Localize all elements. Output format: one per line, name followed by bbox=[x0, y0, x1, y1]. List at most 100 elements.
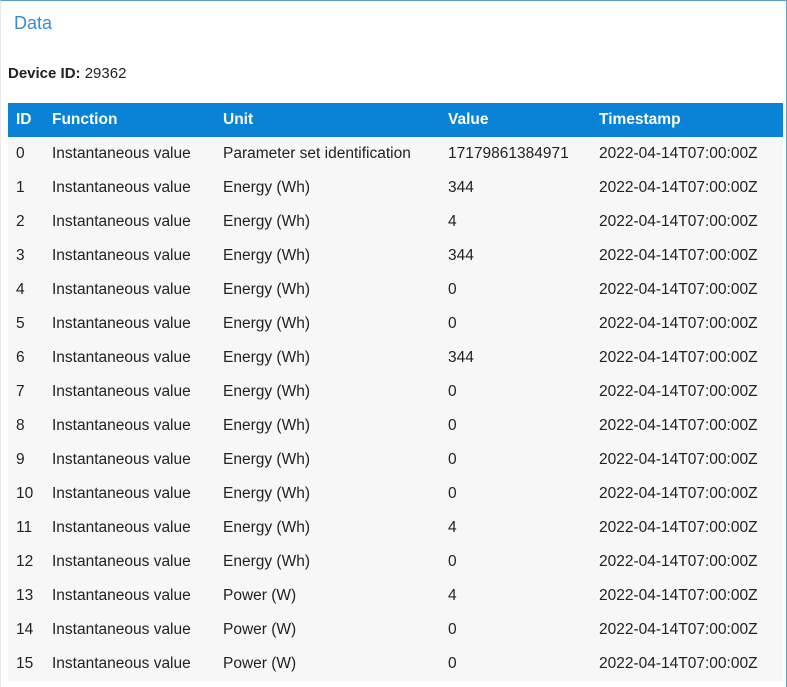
cell-id: 10 bbox=[16, 485, 34, 502]
cell-timestamp: 2022-04-14T07:00:00Z bbox=[599, 417, 758, 434]
cell-value: 0 bbox=[448, 383, 457, 400]
cell-unit: Energy (Wh) bbox=[223, 519, 310, 536]
cell-value: 0 bbox=[448, 655, 457, 672]
cell-id: 1 bbox=[16, 179, 25, 196]
cell-function: Instantaneous value bbox=[52, 247, 191, 264]
cell-id: 14 bbox=[16, 621, 34, 638]
data-panel: Data Device ID: 29362 ID Function Unit V… bbox=[0, 0, 787, 687]
table-row: 11 Instantaneous value Energy (Wh) 4 2022-04… bbox=[8, 511, 783, 545]
table-row: 15 Instantaneous value Power (W) 0 2022-04-1… bbox=[8, 647, 783, 681]
cell-id: 9 bbox=[16, 451, 25, 468]
cell-function: Instantaneous value bbox=[52, 213, 191, 230]
cell-timestamp: 2022-04-14T07:00:00Z bbox=[599, 281, 758, 298]
table-row: 6 Instantaneous value Energy (Wh) 344 2022-0… bbox=[8, 341, 783, 375]
cell-unit: Power (W) bbox=[223, 621, 297, 638]
table-row: 9 Instantaneous value Energy (Wh) 0 2022-04-… bbox=[8, 443, 783, 477]
table-row: 5 Instantaneous value Energy (Wh) 0 2022-04-… bbox=[8, 307, 783, 341]
cell-timestamp: 2022-04-14T07:00:00Z bbox=[599, 553, 758, 570]
cell-function: Instantaneous value bbox=[52, 349, 191, 366]
cell-timestamp: 2022-04-14T07:00:00Z bbox=[599, 349, 758, 366]
cell-unit: Energy (Wh) bbox=[223, 179, 310, 196]
cell-id: 12 bbox=[16, 553, 34, 570]
cell-unit: Energy (Wh) bbox=[223, 315, 310, 332]
cell-function: Instantaneous value bbox=[52, 451, 191, 468]
cell-unit: Energy (Wh) bbox=[223, 417, 310, 434]
header-id: ID bbox=[16, 111, 32, 128]
data-table: ID Function Unit Value Timestamp 0 Instan… bbox=[8, 103, 783, 681]
table-body: 0 Instantaneous value Parameter set identi… bbox=[8, 137, 783, 681]
cell-timestamp: 2022-04-14T07:00:00Z bbox=[599, 587, 758, 604]
table-row: 14 Instantaneous value Power (W) 0 2022-04-1… bbox=[8, 613, 783, 647]
cell-unit: Energy (Wh) bbox=[223, 247, 310, 264]
cell-id: 5 bbox=[16, 315, 25, 332]
cell-timestamp: 2022-04-14T07:00:00Z bbox=[599, 213, 758, 230]
table-row: 3 Instantaneous value Energy (Wh) 344 2022-0… bbox=[8, 239, 783, 273]
cell-value: 4 bbox=[448, 213, 457, 230]
cell-value: 17179861384971 bbox=[448, 145, 569, 162]
cell-function: Instantaneous value bbox=[52, 621, 191, 638]
header-function: Function bbox=[52, 111, 118, 128]
table-row: 12 Instantaneous value Energy (Wh) 0 2022-04… bbox=[8, 545, 783, 579]
cell-value: 0 bbox=[448, 485, 457, 502]
table-row: 1 Instantaneous value Energy (Wh) 344 2022-0… bbox=[8, 171, 783, 205]
cell-unit: Power (W) bbox=[223, 655, 297, 672]
cell-value: 0 bbox=[448, 315, 457, 332]
cell-id: 6 bbox=[16, 349, 25, 366]
cell-timestamp: 2022-04-14T07:00:00Z bbox=[599, 247, 758, 264]
cell-unit: Power (W) bbox=[223, 587, 297, 604]
cell-value: 344 bbox=[448, 349, 474, 366]
table-row: 10 Instantaneous value Energy (Wh) 0 2022-04… bbox=[8, 477, 783, 511]
table-row: 7 Instantaneous value Energy (Wh) 0 2022-04-… bbox=[8, 375, 783, 409]
cell-value: 0 bbox=[448, 553, 457, 570]
device-id-line: Device ID: 29362 bbox=[8, 65, 126, 82]
cell-function: Instantaneous value bbox=[52, 553, 191, 570]
table-row: 13 Instantaneous value Power (W) 4 2022-04-1… bbox=[8, 579, 783, 613]
cell-function: Instantaneous value bbox=[52, 383, 191, 400]
cell-function: Instantaneous value bbox=[52, 655, 191, 672]
cell-unit: Energy (Wh) bbox=[223, 349, 310, 366]
cell-unit: Parameter set identification bbox=[223, 145, 411, 162]
cell-value: 4 bbox=[448, 587, 457, 604]
cell-id: 7 bbox=[16, 383, 25, 400]
cell-function: Instantaneous value bbox=[52, 315, 191, 332]
cell-id: 8 bbox=[16, 417, 25, 434]
header-value: Value bbox=[448, 111, 489, 128]
table-row: 4 Instantaneous value Energy (Wh) 0 2022-04-… bbox=[8, 273, 783, 307]
cell-value: 344 bbox=[448, 247, 474, 264]
cell-id: 3 bbox=[16, 247, 25, 264]
cell-function: Instantaneous value bbox=[52, 145, 191, 162]
cell-function: Instantaneous value bbox=[52, 417, 191, 434]
cell-timestamp: 2022-04-14T07:00:00Z bbox=[599, 383, 758, 400]
cell-id: 4 bbox=[16, 281, 25, 298]
cell-timestamp: 2022-04-14T07:00:00Z bbox=[599, 485, 758, 502]
cell-timestamp: 2022-04-14T07:00:00Z bbox=[599, 145, 758, 162]
cell-timestamp: 2022-04-14T07:00:00Z bbox=[599, 179, 758, 196]
cell-timestamp: 2022-04-14T07:00:00Z bbox=[599, 315, 758, 332]
cell-function: Instantaneous value bbox=[52, 281, 191, 298]
cell-unit: Energy (Wh) bbox=[223, 451, 310, 468]
header-unit: Unit bbox=[223, 111, 254, 128]
table-row: 2 Instantaneous value Energy (Wh) 4 2022-04-… bbox=[8, 205, 783, 239]
panel-title: Data bbox=[14, 13, 53, 33]
cell-id: 13 bbox=[16, 587, 34, 604]
cell-unit: Energy (Wh) bbox=[223, 213, 310, 230]
table-header-row: ID Function Unit Value Timestamp bbox=[8, 103, 783, 137]
cell-id: 2 bbox=[16, 213, 25, 230]
cell-function: Instantaneous value bbox=[52, 519, 191, 536]
table-row: 0 Instantaneous value Parameter set identi… bbox=[8, 137, 783, 171]
cell-timestamp: 2022-04-14T07:00:00Z bbox=[599, 519, 758, 536]
cell-timestamp: 2022-04-14T07:00:00Z bbox=[599, 655, 758, 672]
cell-unit: Energy (Wh) bbox=[223, 553, 310, 570]
cell-value: 4 bbox=[448, 519, 457, 536]
cell-value: 0 bbox=[448, 621, 457, 638]
header-timestamp: Timestamp bbox=[599, 111, 681, 128]
cell-id: 0 bbox=[16, 145, 25, 162]
cell-function: Instantaneous value bbox=[52, 179, 191, 196]
cell-timestamp: 2022-04-14T07:00:00Z bbox=[599, 451, 758, 468]
cell-value: 344 bbox=[448, 179, 474, 196]
cell-value: 0 bbox=[448, 417, 457, 434]
cell-function: Instantaneous value bbox=[52, 587, 191, 604]
cell-function: Instantaneous value bbox=[52, 485, 191, 502]
cell-unit: Energy (Wh) bbox=[223, 485, 310, 502]
cell-unit: Energy (Wh) bbox=[223, 281, 310, 298]
